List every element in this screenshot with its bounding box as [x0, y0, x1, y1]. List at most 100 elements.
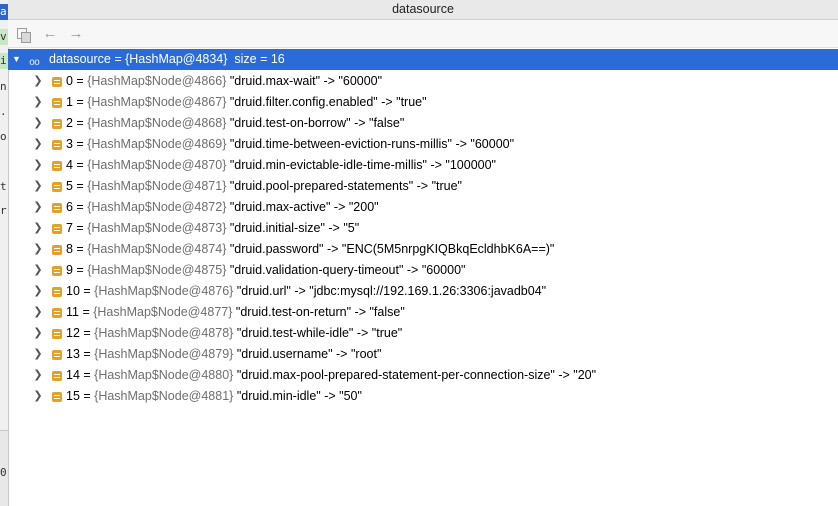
tree-row[interactable]: ❯ 8 = {HashMap$Node@4874} "druid.password…: [8, 239, 838, 260]
tree-row[interactable]: ❯ 7 = {HashMap$Node@4873} "druid.initial-…: [8, 218, 838, 239]
tree-row-text: 15 = {HashMap$Node@4881} "druid.min-idle…: [66, 386, 362, 407]
entry-type: {HashMap$Node@4869}: [87, 137, 230, 151]
chevron-right-icon[interactable]: ❯: [33, 302, 43, 323]
tree-row-text: 5 = {HashMap$Node@4871} "druid.pool-prep…: [66, 176, 462, 197]
entry-key: "druid.pool-prepared-statements": [229, 179, 414, 193]
entry-value: "true": [431, 179, 462, 193]
entry-value: "60000": [338, 74, 383, 88]
chevron-right-icon[interactable]: ❯: [33, 323, 43, 344]
entry-value: "true": [371, 326, 403, 340]
chevron-right-icon[interactable]: ❯: [33, 92, 43, 113]
chevron-right-icon[interactable]: ❯: [33, 113, 43, 134]
entry-index: 7 =: [66, 221, 88, 235]
entry-type: {HashMap$Node@4877}: [93, 305, 236, 319]
chevron-right-icon[interactable]: ❯: [33, 134, 43, 155]
entry-index: 5 =: [66, 179, 88, 193]
entry-arrow: ->: [320, 389, 340, 403]
field-icon: [52, 329, 62, 339]
field-icon: [52, 161, 62, 171]
object-icon: oo: [29, 57, 40, 68]
tree-row[interactable]: ❯ 3 = {HashMap$Node@4869} "druid.time-bet…: [8, 134, 838, 155]
chevron-right-icon[interactable]: ❯: [33, 71, 43, 92]
entry-type: {HashMap$Node@4870}: [87, 158, 230, 172]
entry-arrow: ->: [403, 263, 422, 277]
chevron-right-icon[interactable]: ❯: [33, 260, 43, 281]
entry-key: "druid.max-pool-prepared-statement-per-c…: [236, 368, 555, 382]
entry-value: "20": [573, 368, 597, 382]
field-icon: [52, 77, 62, 87]
tree-row-text: 13 = {HashMap$Node@4879} "druid.username…: [66, 344, 381, 365]
tree-row[interactable]: ❯ 13 = {HashMap$Node@4879} "druid.usernam…: [8, 344, 838, 365]
tree-row[interactable]: ❯ 15 = {HashMap$Node@4881} "druid.min-idl…: [8, 386, 838, 407]
entry-value: "60000": [470, 137, 515, 151]
entry-arrow: ->: [332, 347, 351, 361]
tree-row-text: 3 = {HashMap$Node@4869} "druid.time-betw…: [66, 134, 514, 155]
entry-index: 15 =: [66, 389, 95, 403]
chevron-right-icon[interactable]: ❯: [33, 281, 43, 302]
chevron-right-icon[interactable]: ❯: [33, 386, 43, 407]
entry-key: "druid.min-idle": [236, 389, 321, 403]
entry-index: 9 =: [66, 263, 88, 277]
tree-row-text: 14 = {HashMap$Node@4880} "druid.max-pool…: [66, 365, 596, 386]
entry-type: {HashMap$Node@4868}: [87, 116, 230, 130]
tree-row[interactable]: ❯ 5 = {HashMap$Node@4871} "druid.pool-pre…: [8, 176, 838, 197]
gutter-char: a: [0, 4, 8, 20]
entry-value: "200": [348, 200, 379, 214]
tree-row[interactable]: ❯ 14 = {HashMap$Node@4880} "druid.max-poo…: [8, 365, 838, 386]
entry-key: "druid.username": [236, 347, 333, 361]
tree-row-text: 10 = {HashMap$Node@4876} "druid.url" -> …: [66, 281, 546, 302]
entry-value: "60000": [421, 263, 466, 277]
tree-row[interactable]: ❯ 6 = {HashMap$Node@4872} "druid.max-acti…: [8, 197, 838, 218]
tree-row-text: 7 = {HashMap$Node@4873} "druid.initial-s…: [66, 218, 359, 239]
entry-key: "druid.test-on-borrow": [229, 116, 351, 130]
entry-key: "druid.time-between-eviction-runs-millis…: [229, 137, 452, 151]
chevron-right-icon[interactable]: ❯: [33, 197, 43, 218]
chevron-right-icon[interactable]: ❯: [33, 344, 43, 365]
entry-index: 14 =: [66, 368, 95, 382]
gutter-char: n: [0, 80, 7, 93]
chevron-down-icon[interactable]: ▼: [12, 49, 21, 70]
entry-value: "50": [339, 389, 362, 403]
entry-arrow: ->: [351, 305, 370, 319]
tree-row[interactable]: ❯ 1 = {HashMap$Node@4867} "druid.filter.c…: [8, 92, 838, 113]
gutter-char: t: [0, 180, 7, 193]
tree-row-text: 1 = {HashMap$Node@4867} "druid.filter.co…: [66, 92, 427, 113]
field-icon: [52, 392, 62, 402]
popup-title-bar[interactable]: datasource: [8, 0, 838, 20]
chevron-right-icon[interactable]: ❯: [33, 155, 43, 176]
chevron-right-icon[interactable]: ❯: [33, 365, 43, 386]
field-icon: [52, 287, 62, 297]
tree-root-row[interactable]: ▼ oo datasource = {HashMap@4834} size = …: [8, 49, 838, 70]
gutter-char: 0: [0, 466, 7, 479]
entry-arrow: ->: [377, 95, 397, 109]
tree-row[interactable]: ❯ 2 = {HashMap$Node@4868} "druid.test-on-…: [8, 113, 838, 134]
copy-icon[interactable]: [14, 24, 34, 44]
chevron-right-icon[interactable]: ❯: [33, 239, 43, 260]
entry-index: 3 =: [66, 137, 88, 151]
tree-row[interactable]: ❯ 0 = {HashMap$Node@4866} "druid.max-wait…: [8, 71, 838, 92]
entry-index: 8 =: [66, 242, 88, 256]
entry-key: "druid.min-evictable-idle-time-millis": [229, 158, 427, 172]
tree-row[interactable]: ❯ 10 = {HashMap$Node@4876} "druid.url" ->…: [8, 281, 838, 302]
tree-row[interactable]: ❯ 12 = {HashMap$Node@4878} "druid.test-wh…: [8, 323, 838, 344]
tree-row-text: 8 = {HashMap$Node@4874} "druid.password"…: [66, 239, 554, 260]
tree-row[interactable]: ❯ 9 = {HashMap$Node@4875} "druid.validati…: [8, 260, 838, 281]
tree-row[interactable]: ❯ 4 = {HashMap$Node@4870} "druid.min-evic…: [8, 155, 838, 176]
entry-arrow: ->: [452, 137, 471, 151]
entry-type: {HashMap$Node@4874}: [87, 242, 230, 256]
chevron-right-icon[interactable]: ❯: [33, 176, 43, 197]
entry-type: {HashMap$Node@4880}: [94, 368, 237, 382]
entry-arrow: ->: [350, 116, 370, 130]
tree-row[interactable]: ❯ 11 = {HashMap$Node@4877} "druid.test-on…: [8, 302, 838, 323]
entry-type: {HashMap$Node@4879}: [94, 347, 237, 361]
entry-type: {HashMap$Node@4871}: [87, 179, 230, 193]
entry-value: "jdbc:mysql://192.169.1.26:3306:javadb04…: [309, 284, 547, 298]
entry-type: {HashMap$Node@4867}: [87, 95, 230, 109]
chevron-right-icon[interactable]: ❯: [33, 218, 43, 239]
arrow-right-icon[interactable]: →: [66, 24, 86, 44]
entry-key: "druid.test-while-idle": [236, 326, 354, 340]
field-icon: [52, 119, 62, 129]
entry-value: "false": [369, 116, 405, 130]
arrow-left-icon[interactable]: ←: [40, 24, 60, 44]
entry-index: 1 =: [66, 95, 88, 109]
